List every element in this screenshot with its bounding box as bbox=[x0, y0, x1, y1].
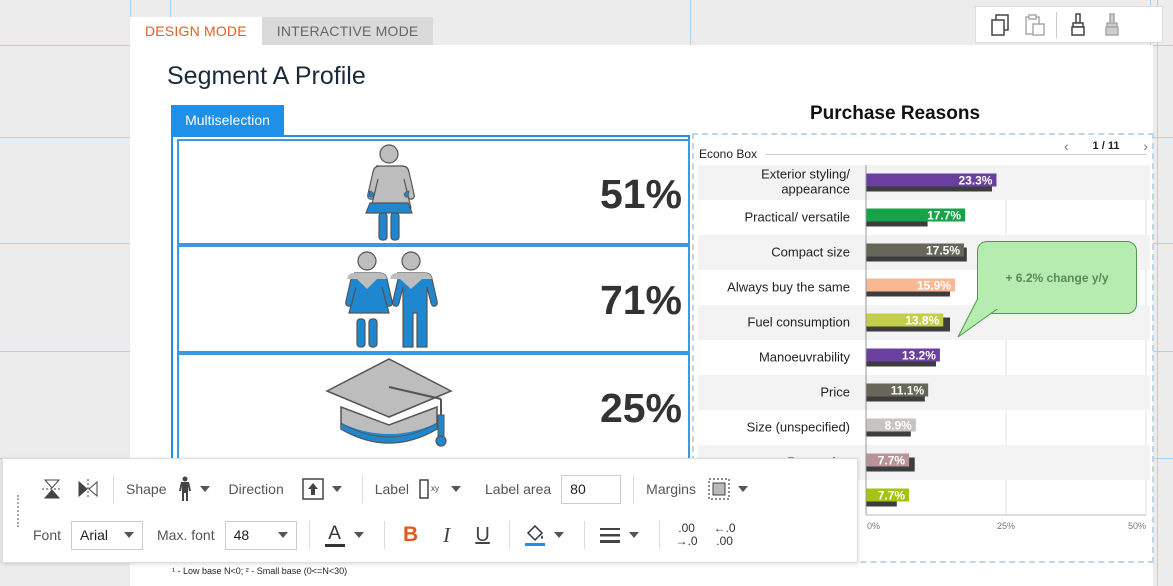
toolbar-separator bbox=[308, 521, 310, 549]
chevron-down-icon[interactable] bbox=[628, 532, 639, 538]
pager-text: 1 / 11 bbox=[1092, 140, 1120, 152]
category-label: Manoeuvrability bbox=[759, 350, 851, 365]
text-color-glyph: A bbox=[328, 522, 341, 544]
callout-pointer bbox=[957, 297, 1001, 338]
toolbar-separator bbox=[383, 521, 385, 549]
category-label: appearance bbox=[781, 182, 850, 197]
toolbar-separator bbox=[583, 521, 585, 549]
brush-icon[interactable] bbox=[1061, 8, 1095, 42]
decrease-decimal-button[interactable]: ←.0 .00 bbox=[710, 521, 740, 548]
font-label: Font bbox=[33, 527, 62, 543]
increase-decimal-bottom: →.0 bbox=[675, 534, 698, 548]
xy-glyph: xy bbox=[431, 484, 439, 493]
direction-label: Direction bbox=[228, 481, 284, 497]
bar-value-label: 13.2% bbox=[902, 349, 936, 363]
chevron-right-icon[interactable]: › bbox=[1143, 138, 1148, 154]
category-label: Size (unspecified) bbox=[747, 420, 850, 435]
x-tick-label: 25% bbox=[997, 521, 1015, 531]
toolbar-separator bbox=[633, 475, 635, 503]
chevron-down-icon[interactable] bbox=[353, 532, 364, 538]
font-select[interactable]: Arial bbox=[71, 520, 144, 550]
toolbar-separator bbox=[658, 521, 660, 549]
format-toolbar-row-2: Font Arial Max. font 48 A B I U .00 →.0 … bbox=[3, 515, 859, 555]
chevron-left-icon[interactable]: ‹ bbox=[1064, 138, 1069, 154]
margins-label: Margins bbox=[646, 481, 696, 497]
mode-tabs: DESIGN MODE INTERACTIVE MODE bbox=[130, 17, 434, 45]
x-tick-label: 0% bbox=[867, 521, 880, 531]
category-label: Compact size bbox=[771, 245, 850, 260]
category-label: Fuel consumption bbox=[747, 315, 850, 330]
chart-pager: ‹ 1 / 11 › bbox=[1064, 138, 1148, 154]
chevron-down-icon[interactable] bbox=[737, 486, 748, 492]
tab-design-mode[interactable]: DESIGN MODE bbox=[130, 17, 262, 45]
copy-format-icon[interactable] bbox=[984, 8, 1018, 42]
max-font-label: Max. font bbox=[157, 527, 215, 543]
chevron-down-icon[interactable] bbox=[200, 486, 211, 492]
chevron-down-icon[interactable] bbox=[553, 532, 564, 538]
bar-value-label: 7.7% bbox=[878, 489, 906, 503]
flip-horizontal-icon[interactable] bbox=[75, 478, 101, 500]
category-label: Price bbox=[820, 385, 850, 400]
chevron-down-icon[interactable] bbox=[451, 486, 461, 492]
max-font-select[interactable]: 48 bbox=[224, 520, 297, 550]
line-style-icon[interactable] bbox=[597, 525, 623, 545]
bar-value-label: 11.1% bbox=[891, 384, 925, 398]
bold-button[interactable]: B bbox=[397, 523, 425, 547]
format-toolbar: Shape Direction Label xy Label area Marg… bbox=[2, 458, 858, 563]
toolbar-separator bbox=[508, 521, 510, 549]
paste-format-icon[interactable] bbox=[1018, 8, 1052, 42]
label-area-label: Label area bbox=[485, 481, 552, 497]
footnote: ¹ - Low base N<0; ² - Small base (0<=N<3… bbox=[172, 566, 348, 576]
bar-value-label: 17.7% bbox=[927, 209, 961, 223]
max-font-select-value: 48 bbox=[233, 527, 250, 543]
font-select-value: Arial bbox=[80, 527, 109, 543]
tab-interactive-mode[interactable]: INTERACTIVE MODE bbox=[261, 17, 434, 45]
category-label: Always buy the same bbox=[727, 280, 850, 295]
toolbar-separator bbox=[113, 475, 114, 503]
toolbar-separator bbox=[361, 475, 363, 503]
bar-value-label: 23.3% bbox=[958, 174, 992, 188]
bar-value-label: 8.9% bbox=[884, 419, 912, 433]
top-toolbar bbox=[975, 6, 1163, 43]
chevron-down-icon bbox=[277, 532, 288, 538]
chevron-down-icon bbox=[124, 532, 135, 538]
underline-button[interactable]: U bbox=[469, 524, 497, 547]
group-label: Econo Box bbox=[699, 147, 762, 161]
x-tick-label: 50% bbox=[1128, 521, 1146, 531]
chevron-down-icon[interactable] bbox=[331, 486, 342, 492]
text-color-swatch bbox=[324, 543, 345, 547]
bar-value-label: 15.9% bbox=[917, 279, 951, 293]
increase-decimal-button[interactable]: .00 →.0 bbox=[672, 521, 702, 548]
italic-button[interactable]: I bbox=[433, 523, 461, 548]
direction-up-icon[interactable] bbox=[300, 478, 326, 500]
callout-bubble[interactable]: + 6.2% change y/y bbox=[957, 241, 1137, 338]
label-label: Label bbox=[374, 481, 409, 497]
label-area-input[interactable] bbox=[561, 474, 622, 504]
fill-color-icon[interactable] bbox=[522, 524, 548, 546]
person-shape-icon[interactable] bbox=[176, 476, 194, 502]
text-color-icon[interactable]: A bbox=[322, 524, 348, 547]
category-label: Exterior styling/ bbox=[761, 167, 850, 182]
margins-icon[interactable] bbox=[706, 478, 732, 500]
category-label: Practical/ versatile bbox=[745, 210, 850, 225]
bar-value-label: 7.7% bbox=[878, 454, 906, 468]
callout-text: + 6.2% change y/y bbox=[1005, 270, 1109, 285]
toolbar-separator bbox=[1056, 11, 1057, 38]
brush-fill-icon[interactable] bbox=[1095, 8, 1129, 42]
bar-value-label: 13.8% bbox=[905, 314, 939, 328]
label-position-icon[interactable]: xy bbox=[419, 478, 445, 500]
shape-label: Shape bbox=[126, 481, 167, 497]
decrease-decimal-bottom: .00 bbox=[716, 534, 733, 548]
bar-value-label: 17.5% bbox=[926, 244, 960, 258]
flip-vertical-icon[interactable] bbox=[39, 478, 65, 500]
fill-color-swatch bbox=[524, 543, 545, 546]
format-toolbar-row-1: Shape Direction Label xy Label area Marg… bbox=[3, 469, 859, 509]
